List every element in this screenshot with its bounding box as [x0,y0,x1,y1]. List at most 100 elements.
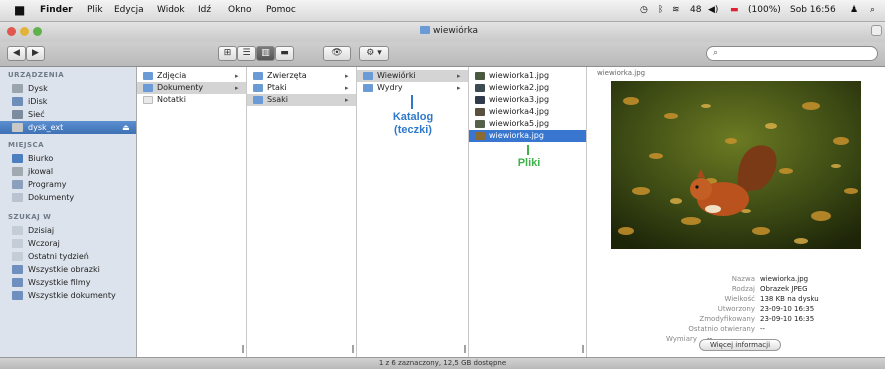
sidebar-item-label: iDisk [28,97,48,106]
column-resize-handle[interactable]: ‖ [463,344,467,353]
meta-label-dimensions: Wymiary [665,335,697,343]
list-item-label: wiewiorka.jpg [489,131,544,140]
search-field[interactable]: ⌕ [706,46,878,61]
list-item-label: wiewiorka1.jpg [489,71,550,80]
sidebar-item-dokumenty-search[interactable]: Wszystkie dokumenty [0,289,136,302]
folder-icon [253,72,263,80]
list-item[interactable]: Dokumenty ▸ [137,82,246,94]
list-view-button[interactable]: ☰ [237,46,256,61]
sidebar-item-dysk[interactable]: Dysk [0,82,136,95]
menu-edit[interactable]: Edycja [114,5,144,15]
menu-window[interactable]: Okno [228,5,252,15]
action-menu-button[interactable]: ⚙ ▾ [359,46,389,61]
sidebar-item-dysk-ext[interactable]: dysk_ext ⏏ [0,121,136,134]
menu-file[interactable]: Plik [87,5,103,15]
window-title-text: wiewiórka [433,26,479,36]
toolbar-toggle-button[interactable] [871,25,882,36]
sidebar-heading-devices: URZĄDZENIA [8,71,65,79]
sidebar-heading-search: SZUKAJ W [8,213,52,221]
sidebar-item-dzisiaj[interactable]: Dzisiaj [0,224,136,237]
bluetooth-icon[interactable]: ᛒ [658,5,663,15]
status-bar: 1 z 6 zaznaczony, 12,5 GB dostępne [0,357,885,369]
sidebar-item-wczoraj[interactable]: Wczoraj [0,237,136,250]
list-item[interactable]: Notatki [137,94,246,106]
sidebar-item-ostatni-tydzien[interactable]: Ostatni tydzień [0,250,136,263]
list-item[interactable]: wiewiorka1.jpg [469,70,586,82]
desktop-icon [12,154,23,163]
menu-view[interactable]: Widok [157,5,185,15]
list-item[interactable]: Ssaki ▸ [247,94,356,106]
menu-go[interactable]: Idź [198,5,211,15]
sidebar-item-label: Dokumenty [28,193,75,202]
sidebar-item-filmy[interactable]: Wszystkie filmy [0,276,136,289]
icon-view-button[interactable]: ⊞ [218,46,237,61]
list-item[interactable]: wiewiorka2.jpg [469,82,586,94]
battery-status[interactable]: (100%) [748,5,781,15]
sidebar-item-siec[interactable]: Sieć [0,108,136,121]
flag-icon[interactable]: ▬ [730,5,739,15]
back-button[interactable]: ◀ [7,46,26,61]
list-item[interactable]: wiewiorka.jpg [469,130,586,142]
list-item[interactable]: wiewiorka3.jpg [469,94,586,106]
list-item[interactable]: Zdjęcia ▸ [137,70,246,82]
image-file-icon [475,132,485,140]
sidebar-item-programy[interactable]: Programy [0,178,136,191]
squirrel-photo[interactable] [611,81,861,249]
meta-label-kind: Rodzaj [731,285,755,293]
annotation-folders: Katalog (teczki) [392,111,434,136]
apple-menu-icon[interactable]: ■ [14,3,25,17]
menu-help[interactable]: Pomoc [266,5,296,15]
list-item[interactable]: Zwierzęta ▸ [247,70,356,82]
home-icon [12,167,23,176]
eject-icon[interactable]: ⏏ [122,121,130,134]
user-icon[interactable]: ♟ [850,5,858,15]
browser-column-4: wiewiorka1.jpg wiewiorka2.jpg wiewiorka3… [469,67,587,357]
browser-column-2: Zwierzęta ▸ Ptaki ▸ Ssaki ▸ ‖ [247,67,357,357]
browser-column-1: Zdjęcia ▸ Dokumenty ▸ Notatki ‖ [137,67,247,357]
list-item-label: wiewiorka3.jpg [489,95,550,104]
sidebar-item-home[interactable]: jkowal [0,165,136,178]
column-resize-handle[interactable]: ‖ [351,344,355,353]
minimize-button[interactable] [20,27,29,36]
meta-label-created: Utworzony [717,305,755,313]
column-resize-handle[interactable]: ‖ [581,344,585,353]
sidebar-item-biurko[interactable]: Biurko [0,152,136,165]
meta-label-modified: Zmodyfikowany [699,315,755,323]
column-view-button[interactable]: ▥ [256,46,275,61]
menu-finder[interactable]: Finder [40,5,73,15]
sidebar-item-label: Programy [28,180,67,189]
list-item[interactable]: wiewiorka5.jpg [469,118,586,130]
list-item[interactable]: wiewiorka4.jpg [469,106,586,118]
clock-status[interactable]: Sob 16:56 [790,5,836,15]
documents-icon [12,193,23,202]
list-item[interactable]: Ptaki ▸ [247,82,356,94]
meta-value-modified: 23-09-10 16:35 [760,315,815,323]
sidebar-item-label: Dzisiaj [28,226,55,235]
more-info-button[interactable]: Więcej informacji [699,339,781,351]
list-item-label: Zwierzęta [267,71,307,80]
image-file-icon [475,108,485,116]
annotation-files: Pliki [517,157,541,169]
list-item[interactable]: Wiewiórki ▸ [357,70,468,82]
close-button[interactable] [7,27,16,36]
meta-label-name: Nazwa [731,275,755,283]
list-item[interactable]: Wydry ▸ [357,82,468,94]
zoom-button[interactable] [33,27,42,36]
timemachine-icon[interactable]: ◷ [640,5,648,15]
image-file-icon [475,72,485,80]
quicklook-button[interactable]: 👁 [323,46,351,61]
disclosure-arrow-icon: ▸ [345,96,349,104]
column-resize-handle[interactable]: ‖ [241,344,245,353]
sidebar-item-dokumenty[interactable]: Dokumenty [0,191,136,204]
folder-icon [363,72,373,80]
sidebar-item-obrazki[interactable]: Wszystkie obrazki [0,263,136,276]
spotlight-icon[interactable]: ⌕ [870,5,875,15]
volume-icon[interactable]: ◀) [708,5,718,15]
sidebar-item-label: Ostatni tydzień [28,252,89,261]
sidebar-item-idisk[interactable]: iDisk [0,95,136,108]
sidebar-item-label: Sieć [28,110,45,119]
forward-button[interactable]: ▶ [26,46,45,61]
wifi-icon[interactable]: ≋ [672,5,680,15]
coverflow-view-button[interactable]: ▬ [275,46,294,61]
annotation-pointer-line [411,95,413,109]
